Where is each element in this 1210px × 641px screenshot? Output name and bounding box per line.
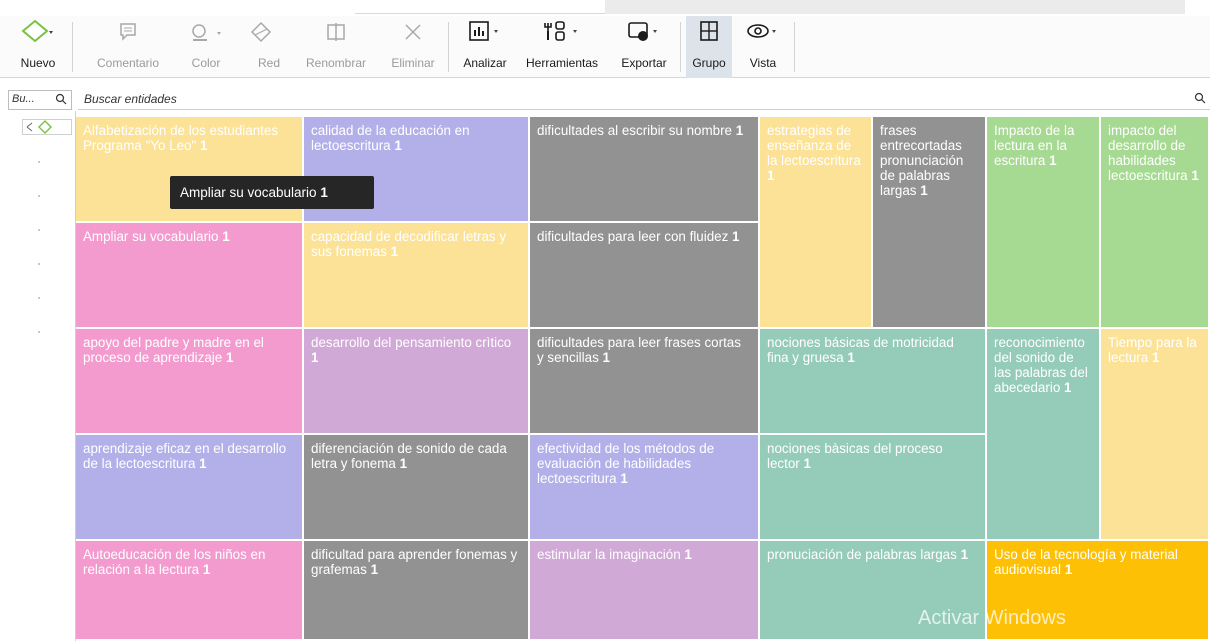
entity-tile[interactable]: efectividad de los métodos de evaluación… [530, 435, 760, 541]
entity-tile[interactable]: dificultad para aprender fonemas y grafe… [304, 541, 530, 641]
entity-label: Uso de la tecnología y material audiovis… [994, 547, 1178, 577]
entity-label: Alfabetización de los estudiantes Progra… [83, 123, 279, 153]
entity-count: 1 [847, 350, 855, 365]
entity-count: 1 [735, 123, 744, 138]
entity-tile[interactable]: dificultades para leer con fluidez 1 [530, 223, 760, 329]
entity-label: aprendizaje eficaz en el desarrollo de l… [83, 441, 287, 471]
entity-count: 1 [803, 456, 811, 471]
entity-tile[interactable]: diferenciación de sonido de cada letra y… [304, 435, 530, 541]
entity-count: 1 [1191, 168, 1199, 183]
entity-count: 1 [1064, 562, 1073, 577]
tooltip-count: 1 [320, 185, 328, 200]
entity-count: 1 [1151, 350, 1160, 365]
entity-label: nociones bàsicas del proceso lector [767, 441, 943, 471]
entity-tile[interactable]: desarrollo del pensamiento crìtico 1 [304, 329, 530, 435]
windows-activation-watermark: Activar Windows [918, 607, 1066, 629]
entity-label: diferenciación de sonido de cada letra y… [311, 441, 507, 471]
entity-count: 1 [960, 547, 969, 562]
entity-count: 1 [732, 229, 740, 244]
entity-count: 1 [1064, 380, 1072, 395]
entity-tile[interactable]: capacidad de decodificar letras y sus fo… [304, 223, 530, 329]
entity-label: estrategias de enseñanza de la lectoescr… [767, 123, 861, 168]
entity-label: nociones básicas de motricidad fina y gr… [767, 335, 954, 365]
entity-count: 1 [311, 350, 319, 365]
entity-label: estimular la imaginación [537, 547, 681, 562]
entity-tile[interactable]: nociones bàsicas del proceso lector 1 [760, 435, 987, 541]
entity-tile[interactable]: estrategias de enseñanza de la lectoescr… [760, 117, 873, 329]
entity-count: 1 [370, 562, 379, 577]
entity-label: pronuciación de palabras largas [767, 547, 957, 562]
entity-tile[interactable]: nociones básicas de motricidad fina y gr… [760, 329, 987, 435]
entity-tile[interactable]: reconocimiento del sonido de las palabra… [987, 329, 1101, 541]
entity-label: impacto del desarrollo de habilidades le… [1108, 123, 1188, 183]
tile-tooltip: Ampliar su vocabulario 1 [170, 176, 374, 209]
entity-tile[interactable]: Ampliar su vocabulario 1 [76, 223, 304, 329]
entity-label: dificultad para aprender fonemas y grafe… [311, 547, 518, 577]
entity-tile[interactable]: Autoeducación de los niños en relación a… [76, 541, 304, 641]
entity-count: 1 [684, 547, 692, 562]
entity-tile[interactable]: aprendizaje eficaz en el desarrollo de l… [76, 435, 304, 541]
entity-label: apoyo del padre y madre en el proceso de… [83, 335, 264, 365]
entity-tile[interactable]: Impacto de la lectura en la escritura 1 [987, 117, 1101, 329]
entity-tile[interactable]: impacto del desarrollo de habilidades le… [1101, 117, 1210, 329]
entity-tile[interactable]: dificultades para leer frases cortas y s… [530, 329, 760, 435]
entity-label: capacidad de decodificar letras y sus fo… [311, 229, 507, 259]
entity-tile[interactable]: estimular la imaginación 1 [530, 541, 760, 641]
entity-label: Ampliar su vocabulario [83, 229, 219, 244]
entity-count: 1 [602, 350, 610, 365]
entity-count: 1 [202, 562, 211, 577]
entity-count: 1 [1049, 153, 1057, 168]
entity-label: desarrollo del pensamiento crìtico [311, 335, 512, 350]
entity-tile[interactable]: frases entrecortadas pronunciación de pa… [873, 117, 987, 329]
entity-label: dificultades al escribir su nombre [537, 123, 732, 138]
entity-count: 1 [767, 168, 775, 183]
entity-count: 1 [222, 229, 230, 244]
entity-label: dificultades para leer con fluidez [537, 229, 729, 244]
entity-count: 1 [225, 350, 234, 365]
entity-count: 1 [199, 456, 207, 471]
entity-label: reconocimiento del sonido de las palabra… [994, 335, 1088, 395]
app-window: Nuevo Comentario Color Red Renombrar Eli… [0, 0, 1210, 641]
entity-tile[interactable]: Tiempo para la lectura 1 [1101, 329, 1210, 541]
entity-label: Impacto de la lectura en la escritura [994, 123, 1075, 168]
entity-count: 1 [399, 456, 408, 471]
entity-tile[interactable]: dificultades al escribir su nombre 1 [530, 117, 760, 223]
entity-count: 1 [199, 138, 208, 153]
entity-count: 1 [620, 471, 628, 486]
entity-count: 1 [920, 183, 928, 198]
entity-count: 1 [390, 244, 399, 259]
entity-label: calidad de la educación en lectoescritur… [311, 123, 470, 153]
tooltip-label: Ampliar su vocabulario [180, 185, 317, 200]
entity-count: 1 [394, 138, 402, 153]
entity-label: Autoeducación de los niños en relación a… [83, 547, 266, 577]
entity-label: dificultades para leer frases cortas y s… [537, 335, 741, 365]
entity-tile[interactable]: apoyo del padre y madre en el proceso de… [76, 329, 304, 435]
entity-treemap: Alfabetización de los estudiantes Progra… [0, 0, 1210, 641]
